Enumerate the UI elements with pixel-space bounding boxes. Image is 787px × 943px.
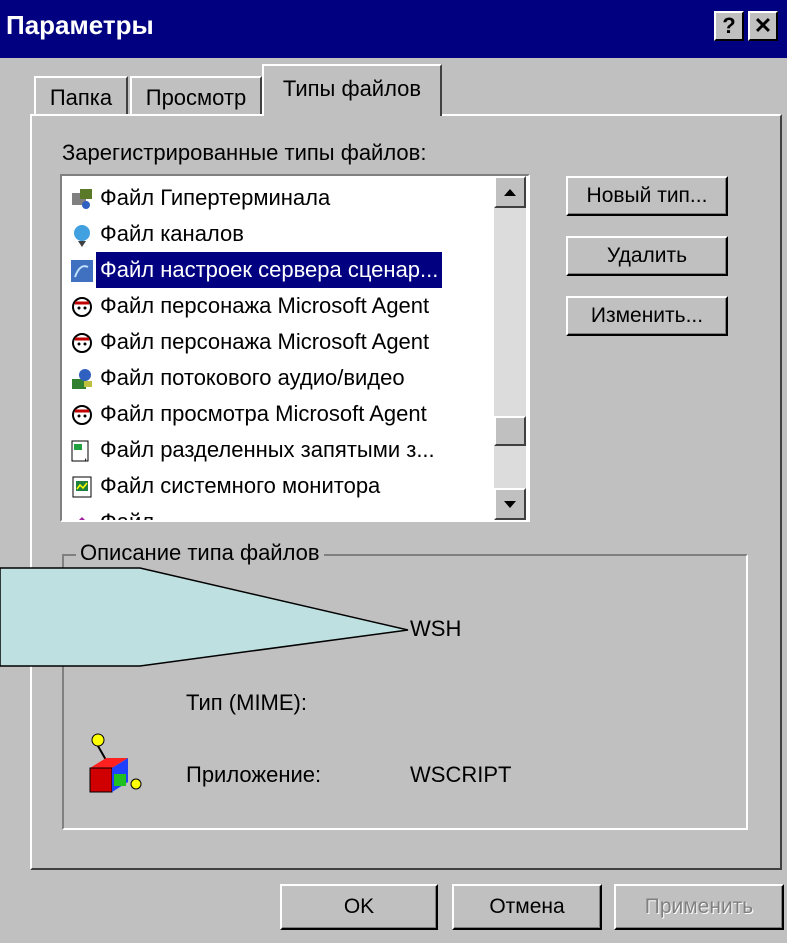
script-server-icon bbox=[70, 258, 94, 282]
delete-button[interactable]: Удалить bbox=[566, 236, 728, 276]
wscript-app-icon bbox=[84, 732, 148, 796]
new-type-button[interactable]: Новый тип... bbox=[566, 176, 728, 216]
hyperterminal-icon bbox=[70, 186, 94, 210]
streaming-media-icon bbox=[70, 366, 94, 390]
agent-character-icon bbox=[70, 294, 94, 318]
help-button[interactable]: ? bbox=[714, 11, 744, 41]
list-item[interactable]: Файл Гипертерминала bbox=[66, 180, 498, 216]
application-label: Приложение: bbox=[186, 762, 322, 787]
application-value: WSCRIPT bbox=[410, 762, 512, 787]
arrow-down-icon bbox=[504, 501, 516, 508]
svg-text:,: , bbox=[84, 452, 87, 463]
list-item[interactable]: Файл персонажа Microsoft Agent bbox=[66, 324, 498, 360]
agent-preview-icon bbox=[70, 402, 94, 426]
list-item[interactable]: Файл потокового аудио/видео bbox=[66, 360, 498, 396]
list-item[interactable]: Файл персонажа Microsoft Agent bbox=[66, 288, 498, 324]
list-item[interactable]: Файл просмотра Microsoft Agent bbox=[66, 396, 498, 432]
tab-folder[interactable]: Папка bbox=[34, 76, 128, 118]
scroll-up-button[interactable] bbox=[494, 176, 526, 208]
list-scrollbar[interactable] bbox=[494, 176, 526, 520]
agent-character-icon bbox=[70, 330, 94, 354]
window-title: Параметры bbox=[6, 10, 154, 40]
tab-view[interactable]: Просмотр bbox=[130, 76, 262, 118]
channels-icon bbox=[70, 222, 94, 247]
list-item[interactable]: Файл системного монитора bbox=[66, 468, 498, 504]
close-button[interactable]: ✕ bbox=[748, 11, 778, 41]
arrow-up-icon bbox=[504, 189, 516, 196]
file-types-list[interactable]: Файл Гипертерминала Файл каналов Файл на… bbox=[60, 174, 530, 522]
registered-types-label: Зарегистрированные типы файлов: bbox=[62, 140, 427, 165]
cancel-button[interactable]: Отмена bbox=[452, 884, 602, 930]
edit-button[interactable]: Изменить... bbox=[566, 296, 728, 336]
csv-icon: , bbox=[70, 438, 94, 463]
system-monitor-icon bbox=[70, 474, 94, 498]
callout-overlay bbox=[0, 567, 409, 667]
scroll-down-button[interactable] bbox=[494, 488, 526, 520]
ok-button[interactable]: OK bbox=[280, 884, 438, 930]
apply-button[interactable]: Применить bbox=[614, 884, 784, 930]
scroll-thumb[interactable] bbox=[494, 416, 526, 446]
list-item-selected[interactable]: Файл настроек сервера сценар... bbox=[66, 252, 498, 288]
mime-label: Тип (MIME): bbox=[186, 690, 307, 715]
list-item[interactable]: , Файл разделенных запятыми з... bbox=[66, 432, 498, 468]
tab-file-types[interactable]: Типы файлов bbox=[262, 64, 442, 116]
list-item[interactable]: Файл каналов bbox=[66, 216, 498, 252]
